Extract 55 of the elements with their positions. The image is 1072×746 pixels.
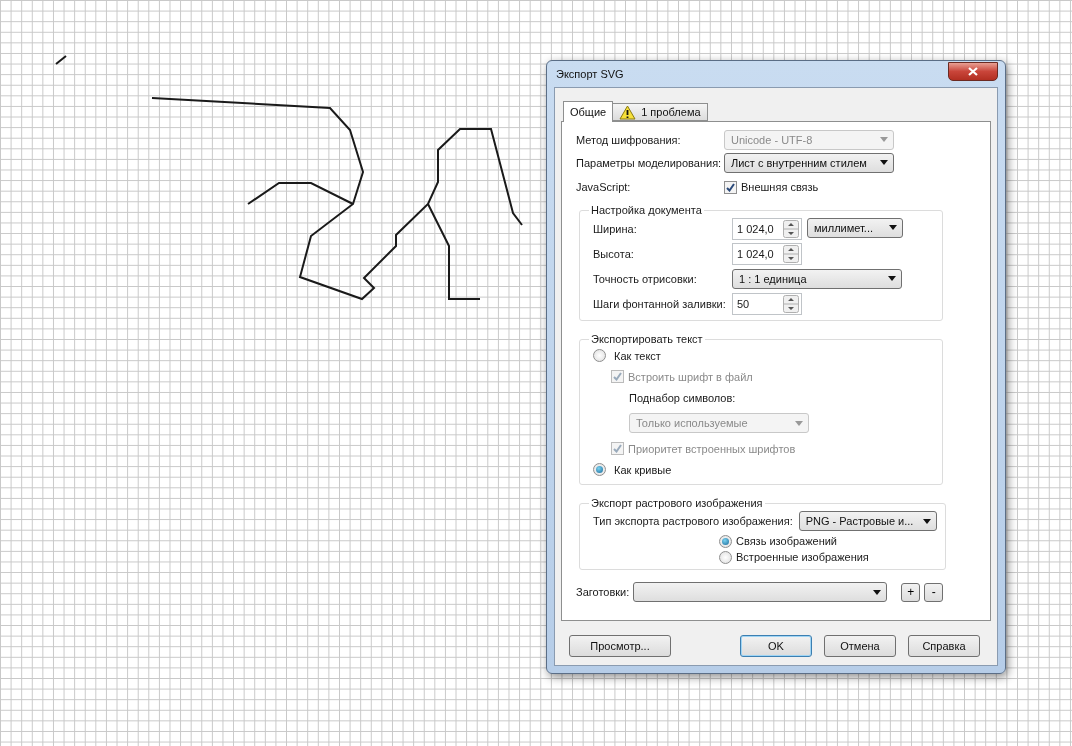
caret-icon <box>795 420 803 426</box>
close-icon <box>968 66 978 76</box>
checkbox-label: Внешняя связь <box>741 181 819 193</box>
caret-icon <box>888 276 896 281</box>
field-label: Заготовки: <box>576 586 630 598</box>
group-title: Настройка документа <box>590 204 703 216</box>
field-label: Параметры моделирования: <box>576 156 720 169</box>
caret-icon <box>873 589 882 595</box>
window-title: Экспорт SVG <box>555 68 624 80</box>
checkbox[interactable] <box>724 180 737 194</box>
caret-icon <box>889 225 897 230</box>
spin-field[interactable]: 1 024,0 <box>732 217 802 240</box>
radio-button[interactable] <box>593 349 606 362</box>
field-label: Тип экспорта растрового изображения: <box>593 515 793 527</box>
preset-button[interactable]: + <box>901 582 921 602</box>
field-label: Точность отрисовки: <box>593 272 698 285</box>
radio-button[interactable] <box>593 463 606 476</box>
field-label: JavaScript: <box>576 181 632 193</box>
dialog-button[interactable]: Просмотр... <box>569 635 671 657</box>
spin-field[interactable]: 1 024,0 <box>732 242 802 265</box>
dialog-button[interactable]: OK <box>740 635 812 657</box>
dropdown[interactable]: миллимет... <box>807 217 903 238</box>
spin-field[interactable]: 50 <box>732 292 802 315</box>
caret-icon <box>880 160 888 165</box>
dropdown[interactable]: PNG - Растровые и... <box>798 511 937 531</box>
radio-button[interactable] <box>719 534 732 548</box>
radio-button[interactable] <box>719 550 732 564</box>
field-label: Метод шифрования: <box>576 133 682 146</box>
dropdown[interactable]: Лист с внутренним стилем <box>724 152 894 173</box>
warning-icon <box>619 104 637 120</box>
subset-label: Поднабор символов: <box>629 391 736 404</box>
tab[interactable]: Общие <box>563 101 614 122</box>
spin-arrows-icon <box>783 294 799 313</box>
radio-label: Связь изображений <box>736 535 837 547</box>
caret-icon <box>880 137 888 142</box>
radio-label: Как кривые <box>614 463 672 476</box>
group-title: Экспорт растрового изображения <box>590 497 764 509</box>
field-label: Высота: <box>593 247 635 260</box>
preset-button[interactable]: - <box>924 582 944 602</box>
dialog-button[interactable]: Отмена <box>824 635 896 657</box>
spin-arrows-icon <box>783 244 799 263</box>
field-label: Шаги фонтанной заливки: <box>593 297 727 310</box>
checkbox-label: Встроить шрифт в файл <box>628 370 753 383</box>
tab[interactable]: 1 проблема <box>612 103 708 121</box>
spin-arrows-icon <box>783 219 799 238</box>
dialog-button[interactable]: Справка <box>908 635 980 657</box>
group-title: Экспортировать текст <box>590 333 704 345</box>
radio-label: Встроенные изображения <box>736 551 869 563</box>
radio-label: Как текст <box>614 349 661 362</box>
field-label: Ширина: <box>593 222 638 235</box>
dropdown[interactable] <box>633 582 888 602</box>
caret-icon <box>922 518 931 524</box>
close-button[interactable] <box>948 61 998 81</box>
checkbox-label: Приоритет встроенных шрифтов <box>628 442 796 455</box>
dropdown[interactable]: 1 : 1 единица <box>732 268 902 289</box>
